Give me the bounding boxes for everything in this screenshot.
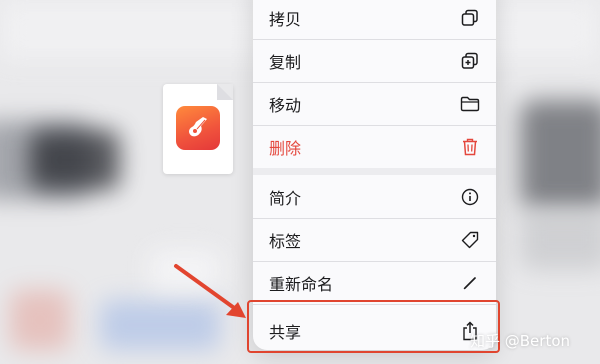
watermark: 知乎 @Berton [470, 332, 571, 350]
pointer-arrow [174, 264, 246, 318]
